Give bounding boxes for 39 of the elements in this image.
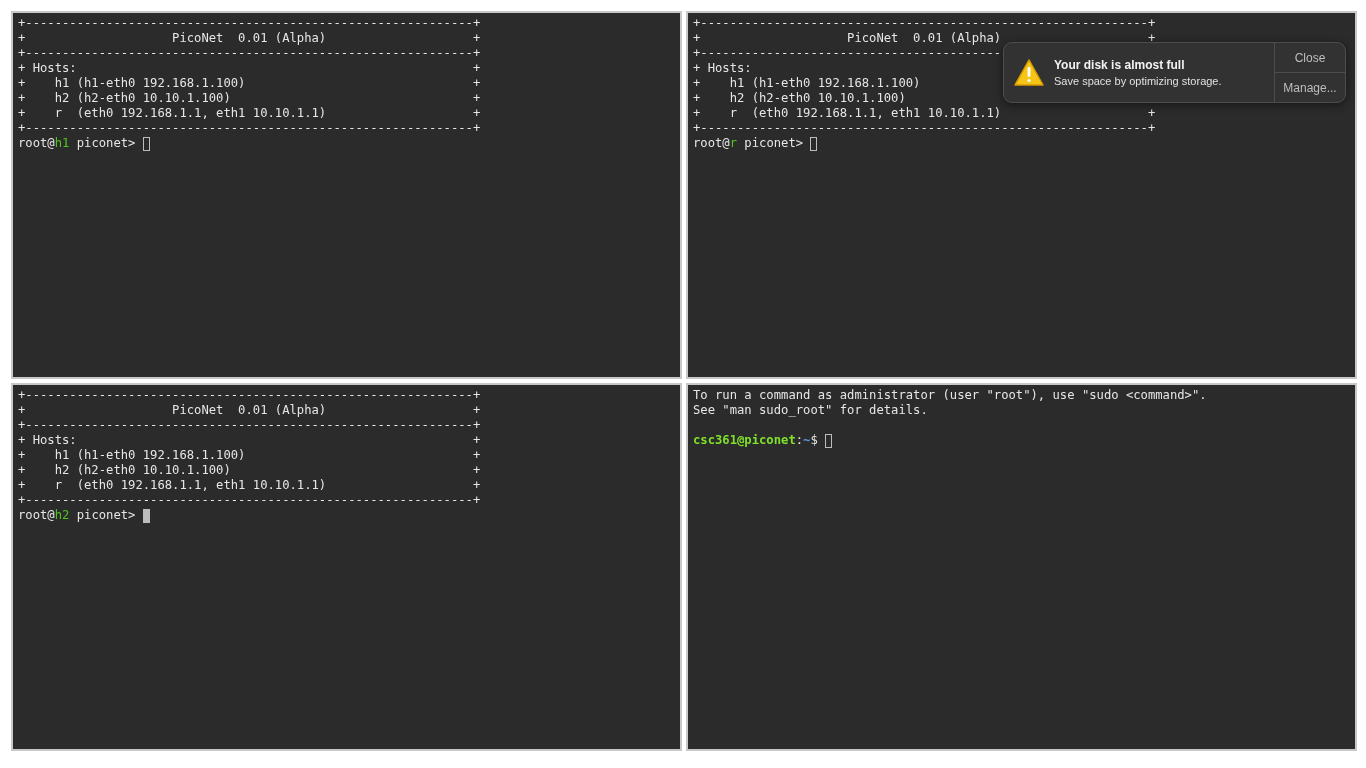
terminal-line: + Hosts: +: [18, 433, 481, 448]
terminal-line: + PicoNet 0.01 (Alpha) +: [18, 403, 481, 418]
terminal-line: + PicoNet 0.01 (Alpha) +: [693, 31, 1156, 46]
terminal-line: + h2 (h2-eth0 10.10.1.100) +: [18, 91, 481, 106]
terminal-line: +-------------------------------------------------------------+: [18, 16, 481, 31]
terminal-pane[interactable]: [11, 11, 682, 379]
terminal-line: +-----------------------------------------: [693, 46, 1002, 61]
terminal-line: + h1 (h1-eth0 192.168.1.100): [693, 76, 921, 91]
terminal-pane[interactable]: [686, 11, 1357, 379]
notification-button[interactable]: Manage...: [1275, 72, 1345, 102]
warning-icon: [1014, 59, 1044, 86]
terminal-line: +-------------------------------------------------------------+: [18, 46, 481, 61]
terminal-line: + r (eth0 192.168.1.1, eth1 10.10.1.1) +: [18, 478, 481, 493]
notification-message: Save space by optimizing storage.: [1054, 74, 1222, 88]
prompt-text: root@h1 piconet>: [18, 136, 137, 151]
terminal-line: + h2 (h2-eth0 10.10.1.100) +: [18, 463, 481, 478]
terminal-line: + h2 (h2-eth0 10.10.1.100): [693, 91, 906, 106]
terminal-pane[interactable]: [11, 383, 682, 751]
terminal-pane[interactable]: To run a command as administrator (user "root"), use "sudo <command>". See "man sudo_root" for details. csc361@piconet:~$: [686, 383, 1357, 751]
terminal-line: + h1 (h1-eth0 192.168.1.100) +: [18, 76, 481, 91]
notification-button[interactable]: Close: [1275, 43, 1345, 72]
terminal-line: To run a command as administrator (user "root"), use "sudo <command>".: [693, 388, 1207, 403]
terminal-line: + r (eth0 192.168.1.1, eth1 10.10.1.1) +: [18, 106, 481, 121]
terminal-line: +-------------------------------------------------------------+: [18, 388, 481, 403]
prompt-text: csc361@piconet:~$: [693, 433, 819, 448]
prompt-text: root@r piconet>: [693, 136, 805, 151]
notification-title: Your disk is almost full: [1054, 57, 1186, 72]
terminal-line: See "man sudo_root" for details.: [693, 403, 928, 418]
terminal-line: + h1 (h1-eth0 192.168.1.100) +: [18, 448, 481, 463]
terminal-line: + r (eth0 192.168.1.1, eth1 10.10.1.1) +: [693, 106, 1156, 121]
terminal-line: + Hosts:: [693, 61, 752, 76]
terminal-line: + PicoNet 0.01 (Alpha) +: [18, 31, 481, 46]
terminal-line: + Hosts: +: [18, 61, 481, 76]
terminal-line: +-------------------------------------------------------------+: [18, 418, 481, 433]
terminal-line: +-------------------------------------------------------------+: [693, 121, 1156, 136]
terminal-line: +-------------------------------------------------------------+: [693, 16, 1156, 31]
prompt-text: root@h2 piconet>: [18, 508, 137, 523]
terminal-line: +-------------------------------------------------------------+: [18, 493, 481, 508]
terminal-line: +-------------------------------------------------------------+: [18, 121, 481, 136]
